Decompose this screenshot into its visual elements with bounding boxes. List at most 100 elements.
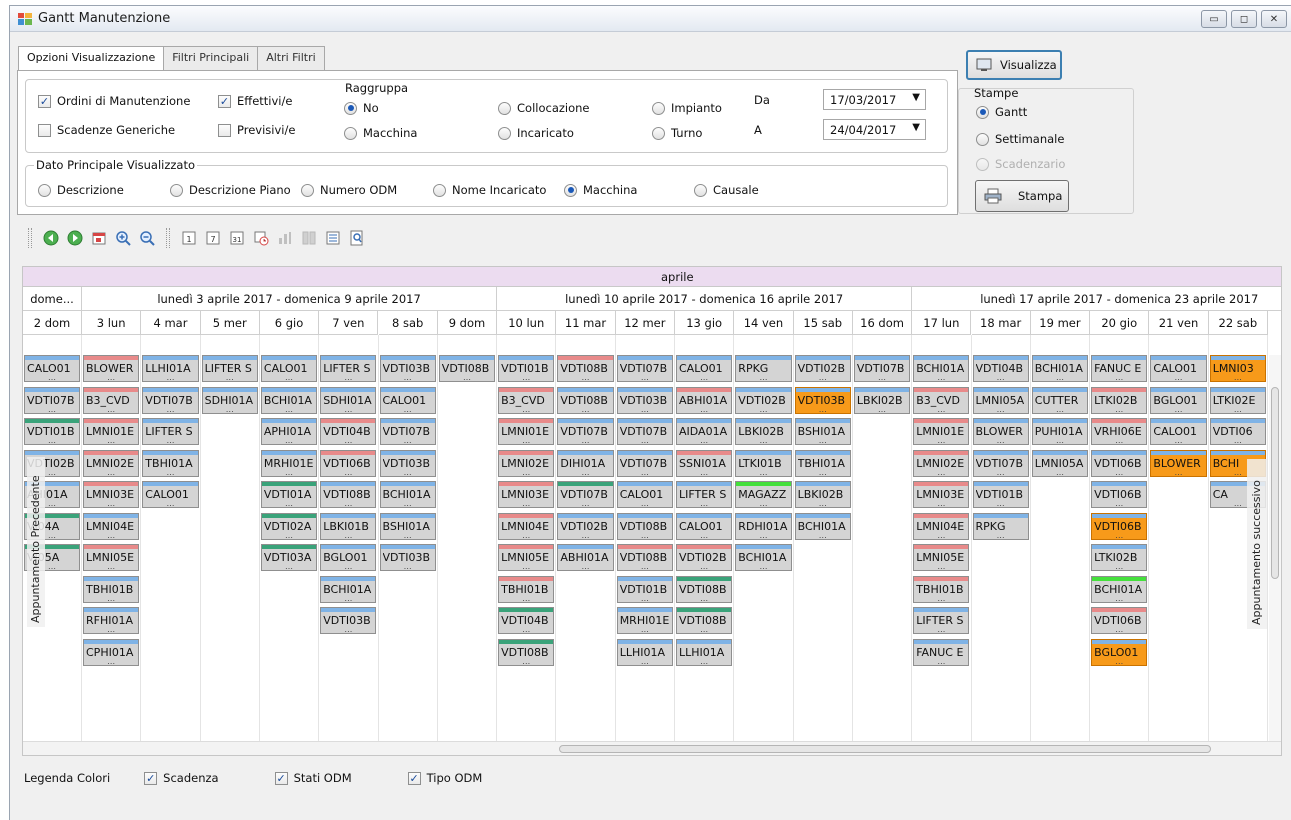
odm-bar[interactable]: LMNI02E… — [83, 449, 140, 477]
tab-opzioni-visualizzazione[interactable]: Opzioni Visualizzazione — [18, 46, 165, 71]
odm-bar[interactable]: SSNI01A… — [676, 449, 733, 477]
raggruppa-collocazione-radio[interactable]: Collocazione — [498, 101, 590, 115]
odm-bar[interactable]: VDTI01B… — [972, 481, 1029, 508]
toolbar-next-button[interactable] — [64, 227, 86, 249]
week-view-button[interactable]: 7 — [202, 227, 224, 249]
vertical-scrollbar[interactable] — [1269, 355, 1281, 743]
stampe-gantt-radio[interactable]: Gantt — [976, 105, 1027, 119]
odm-bar[interactable]: LIFTER S… — [142, 418, 199, 445]
odm-bar[interactable]: VDTI01B… — [616, 575, 673, 603]
odm-bar[interactable]: BCHI01A… — [320, 575, 377, 603]
odm-bar[interactable]: VDTI01B… — [498, 355, 555, 382]
odm-bar[interactable]: VDTI06B… — [1091, 481, 1148, 508]
dato-numero-odm-radio[interactable]: Numero ODM — [301, 183, 397, 197]
legend-stati-odm-checkbox[interactable]: ✓ Stati ODM — [274, 771, 352, 785]
odm-bar[interactable]: RPKG… — [735, 355, 792, 382]
legend-tipo-odm-checkbox[interactable]: ✓ Tipo ODM — [407, 771, 482, 785]
odm-bar[interactable]: LBKI02B… — [735, 418, 792, 445]
gantt-chart[interactable]: aprile dome... lunedì 3 aprile 2017 - dom… — [22, 266, 1282, 756]
raggruppa-turno-radio[interactable]: Turno — [652, 126, 702, 140]
raggruppa-incaricato-radio[interactable]: Incaricato — [498, 126, 574, 140]
odm-bar[interactable]: BCHI01A… — [913, 355, 970, 382]
odm-bar[interactable]: BSHI01A… — [794, 418, 851, 445]
odm-bar[interactable]: CALO01… — [379, 386, 436, 414]
odm-bar[interactable]: VDTI06B… — [320, 449, 377, 477]
odm-bar[interactable]: CALO01… — [260, 355, 318, 382]
odm-bar[interactable]: ABHI01A… — [676, 386, 733, 414]
odm-bar[interactable]: BLOWER… — [83, 355, 140, 382]
odm-bar[interactable]: VDTI07B… — [616, 418, 673, 445]
odm-bar[interactable]: ABHI01A… — [557, 544, 614, 571]
odm-bar[interactable]: TBHI01A… — [794, 449, 851, 477]
odm-bar[interactable]: RDHI01A… — [735, 512, 792, 540]
odm-bar[interactable]: CALO01… — [1150, 355, 1207, 382]
odm-bar[interactable]: LIFTER S… — [913, 607, 970, 634]
odm-bar[interactable]: LTKI02B… — [1091, 544, 1148, 571]
odm-bar[interactable]: LMNI04E… — [498, 512, 555, 540]
odm-bar[interactable]: VDTI06B… — [1091, 512, 1148, 540]
odm-bar[interactable]: VDTI08B… — [498, 638, 555, 666]
odm-bar[interactable]: VDTI08B… — [557, 355, 614, 382]
odm-bar[interactable]: B3_CVD… — [913, 386, 970, 414]
odm-bar[interactable]: PUHI01A… — [1031, 418, 1089, 445]
horizontal-scroll-thumb[interactable] — [559, 745, 1211, 753]
odm-bar[interactable]: VDTI08B… — [616, 512, 673, 540]
dato-descrizione-piano-radio[interactable]: Descrizione Piano — [170, 183, 291, 197]
horizontal-scrollbar[interactable] — [23, 741, 1281, 755]
odm-bar[interactable]: RFHI01A… — [83, 607, 140, 634]
odm-bar[interactable]: LMNI05A… — [972, 386, 1029, 414]
odm-bar[interactable]: FANUC E… — [1091, 355, 1148, 382]
odm-bar[interactable]: VDTI03B… — [379, 449, 436, 477]
zoom-in-button[interactable] — [112, 227, 134, 249]
odm-bar[interactable]: VDTI07B… — [24, 386, 80, 414]
odm-bar[interactable]: VDTI08B… — [320, 481, 377, 508]
tab-altri-filtri[interactable]: Altri Filtri — [257, 46, 325, 70]
odm-bar[interactable]: VDTI02B… — [676, 544, 733, 571]
odm-bar[interactable]: BGLO01… — [1150, 386, 1207, 414]
odm-bar[interactable]: DIHI01A… — [557, 449, 614, 477]
odm-bar[interactable]: BCHI01A… — [1031, 355, 1089, 382]
odm-bar[interactable]: LIFTER S… — [201, 355, 258, 382]
odm-bar[interactable]: VDTI07B… — [972, 449, 1029, 477]
raggruppa-impianto-radio[interactable]: Impianto — [652, 101, 722, 115]
odm-bar[interactable]: CUTTER… — [1031, 386, 1089, 414]
odm-bar[interactable]: LTKI02E… — [1209, 386, 1266, 414]
odm-bar[interactable]: SDHI01A… — [320, 386, 377, 414]
dato-causale-radio[interactable]: Causale — [694, 183, 759, 197]
preview-button[interactable] — [346, 227, 368, 249]
odm-bar[interactable]: VDTI07B… — [853, 355, 911, 382]
appuntamento-precedente-button[interactable]: Appuntamento Precedente — [27, 457, 45, 627]
toolbar-today-button[interactable] — [88, 227, 110, 249]
vertical-scroll-thumb[interactable] — [1271, 387, 1279, 579]
odm-bar[interactable]: VDTI04B… — [972, 355, 1029, 382]
odm-bar[interactable]: LBKI02B… — [853, 386, 911, 414]
odm-bar[interactable]: LMNI01E… — [913, 418, 970, 445]
odm-bar[interactable]: VDTI02B… — [794, 355, 851, 382]
visualizza-button[interactable]: Visualizza — [966, 50, 1062, 80]
odm-bar[interactable]: LMNI04E… — [913, 512, 970, 540]
odm-bar[interactable]: BCHI01A… — [735, 544, 792, 571]
odm-bar[interactable]: CALO01… — [676, 512, 733, 540]
odm-bar[interactable]: VDTI03B… — [320, 607, 377, 634]
odm-bar[interactable]: MAGAZZ… — [735, 481, 792, 508]
odm-bar[interactable]: CALO01… — [24, 355, 80, 382]
maximize-button[interactable]: ◻ — [1231, 10, 1257, 28]
dato-macchina-radio[interactable]: Macchina — [564, 183, 637, 197]
odm-bar[interactable]: TBHI01B… — [913, 575, 970, 603]
odm-bar[interactable]: VDTI07B… — [142, 386, 199, 414]
odm-bar[interactable]: LMNI02E… — [913, 449, 970, 477]
odm-bar[interactable]: LTKI02B… — [1091, 386, 1148, 414]
ordini-checkbox[interactable]: ✓ Ordini di Manutenzione — [38, 94, 190, 108]
date-from-picker[interactable]: 17/03/2017 ▼ — [823, 89, 926, 110]
minimize-button[interactable]: ▭ — [1201, 10, 1227, 28]
odm-bar[interactable]: VDTI04B… — [498, 607, 555, 634]
odm-bar[interactable]: VDTI06B… — [1091, 607, 1148, 634]
odm-bar[interactable]: CALO01… — [676, 355, 733, 382]
odm-bar[interactable]: CALO01… — [1150, 418, 1207, 445]
tab-filtri-principali[interactable]: Filtri Principali — [163, 46, 259, 70]
odm-bar[interactable]: MRHI01E… — [616, 607, 673, 634]
scadenze-checkbox[interactable]: Scadenze Generiche — [38, 123, 175, 137]
zoom-out-button[interactable] — [136, 227, 158, 249]
odm-bar[interactable]: LMNI02E… — [498, 449, 555, 477]
odm-bar[interactable]: FANUC E… — [913, 638, 970, 666]
